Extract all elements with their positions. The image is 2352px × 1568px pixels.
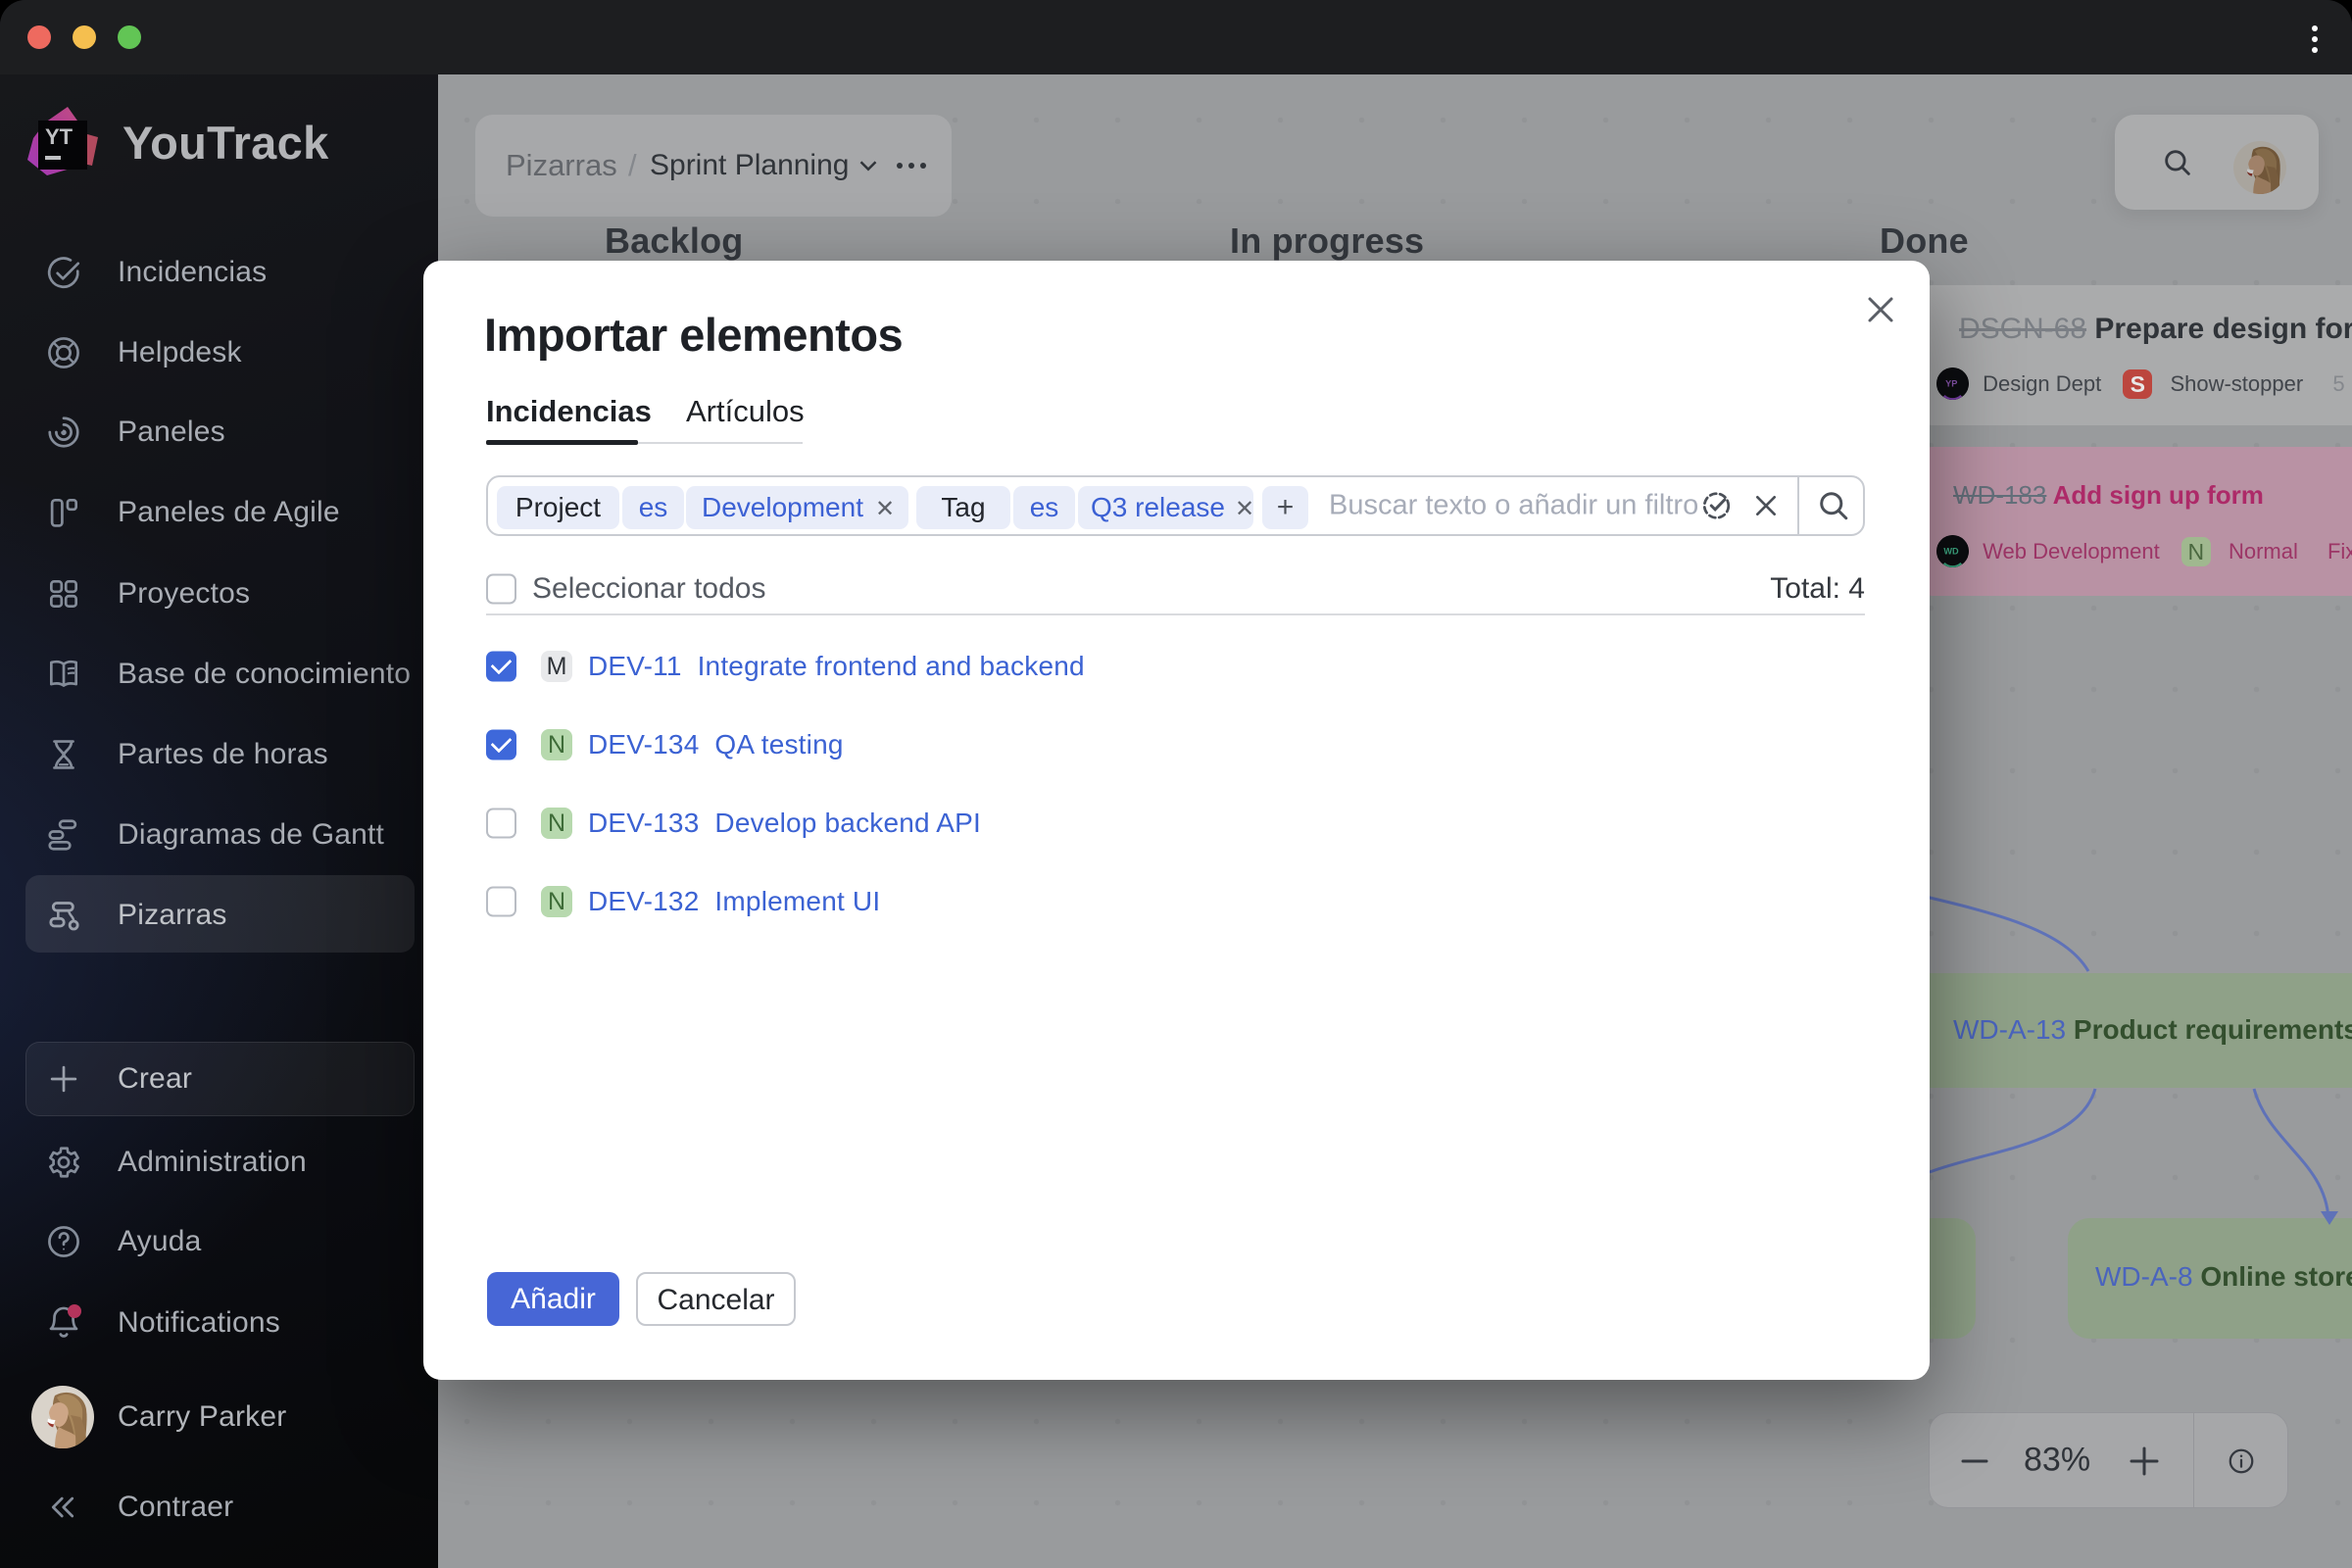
svg-text:YT: YT xyxy=(45,124,74,149)
